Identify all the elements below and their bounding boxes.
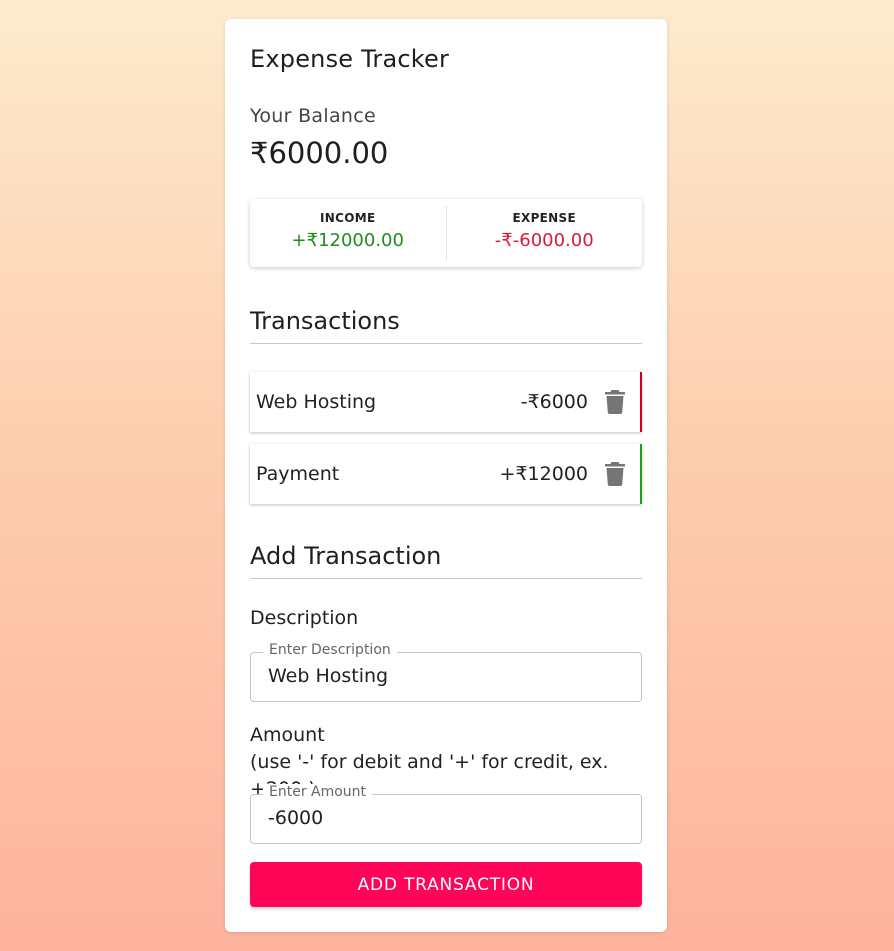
amount-field: Enter Amount [250, 784, 642, 844]
app-title: Expense Tracker [250, 45, 450, 73]
income-value: +₹12000.00 [291, 230, 404, 251]
transaction-item: Payment +₹12000 [250, 444, 642, 504]
expense-tracker-card: Expense Tracker Your Balance ₹6000.00 IN… [225, 19, 667, 932]
transactions-heading: Transactions [250, 307, 642, 344]
description-floating-label: Enter Description [263, 642, 397, 658]
income-column: INCOME +₹12000.00 [250, 199, 446, 267]
expense-value: -₹-6000.00 [494, 230, 594, 251]
transaction-name: Web Hosting [256, 391, 377, 413]
amount-floating-label: Enter Amount [263, 784, 373, 800]
description-input[interactable] [268, 665, 618, 687]
add-transaction-button[interactable]: ADD TRANSACTION [250, 862, 642, 907]
transaction-amount: +₹12000 [499, 463, 588, 485]
income-expense-summary: INCOME +₹12000.00 EXPENSE -₹-6000.00 [250, 199, 642, 267]
expense-label: EXPENSE [512, 211, 576, 225]
trash-icon[interactable] [602, 461, 628, 487]
transaction-name: Payment [256, 463, 340, 485]
balance-label: Your Balance [250, 105, 376, 127]
income-label: INCOME [320, 211, 376, 225]
transaction-amount: -₹6000 [520, 391, 588, 413]
description-label: Description [250, 607, 359, 629]
add-transaction-heading: Add Transaction [250, 542, 642, 579]
amount-label: Amount [250, 724, 325, 746]
expense-column: EXPENSE -₹-6000.00 [447, 199, 643, 267]
balance-value: ₹6000.00 [250, 136, 389, 170]
trash-icon[interactable] [602, 389, 628, 415]
amount-input[interactable] [268, 807, 618, 829]
transaction-item: Web Hosting -₹6000 [250, 372, 642, 432]
description-field: Enter Description [250, 642, 642, 702]
